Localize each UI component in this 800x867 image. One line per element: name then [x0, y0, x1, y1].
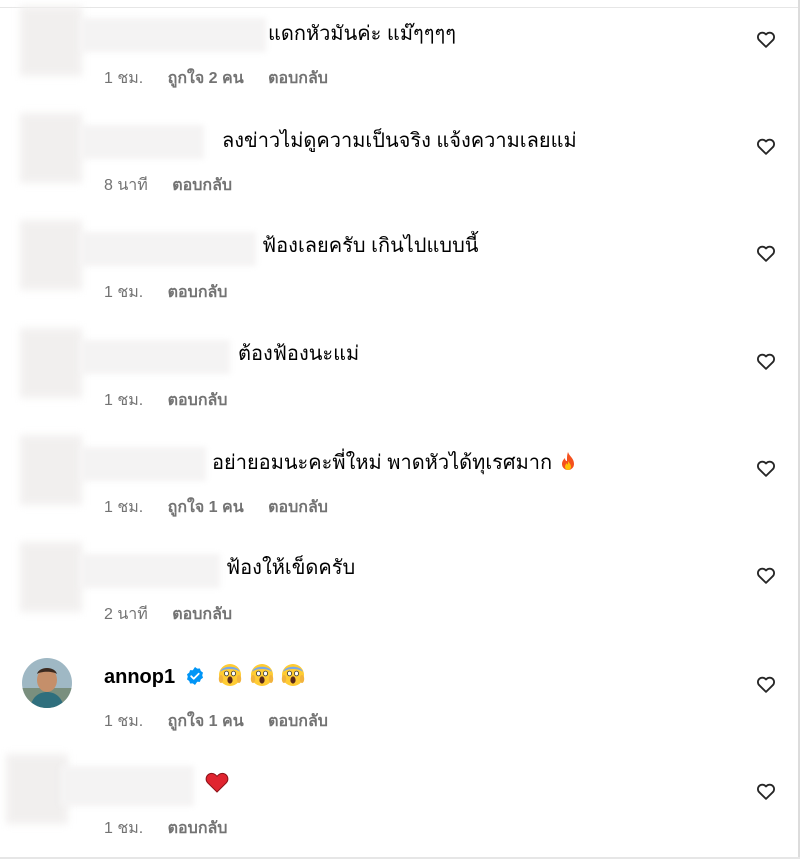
comment-text: อย่ายอมนะคะพี่ใหม่ พาดหัวได้ทุเรศมาก [212, 449, 580, 477]
redacted-username [80, 554, 220, 588]
username[interactable]: annop1 [104, 666, 175, 688]
heart-outline-icon[interactable] [755, 350, 777, 372]
comment-item: annop1 1 ชม. ถูกใจ 1 คน ตอบกลับ [0, 655, 800, 762]
redacted-avatar [20, 6, 82, 76]
reply-button[interactable]: ตอบกลับ [172, 177, 232, 194]
comment-item: แดกหัวมันค่ะ แม๊ๆๆๆๆ 1 ชม. ถูกใจ 2 คน ตอ… [0, 6, 800, 119]
verified-badge-icon [186, 667, 203, 685]
redacted-avatar [20, 220, 82, 290]
comment-text: แดกหัวมันค่ะ แม๊ๆๆๆๆ [268, 23, 456, 45]
comment-item: ต้องฟ้องนะแม่ 1 ชม. ตอบกลับ [0, 328, 800, 441]
heart-outline-icon[interactable] [755, 673, 777, 695]
comment-text: ต้องฟ้องนะแม่ [238, 343, 360, 365]
reply-button[interactable]: ตอบกลับ [168, 392, 228, 409]
comment-text-body: อย่ายอมนะคะพี่ใหม่ พาดหัวได้ทุเรศมาก [212, 452, 553, 474]
reply-button[interactable]: ตอบกลับ [268, 499, 328, 516]
comment-item: อย่ายอมนะคะพี่ใหม่ พาดหัวได้ทุเรศมาก 1 ช… [0, 435, 800, 548]
comment-likes[interactable]: ถูกใจ 1 คน [168, 499, 244, 516]
redacted-avatar [6, 754, 68, 824]
heart-outline-icon[interactable] [755, 28, 777, 50]
comment-text: annop1 [104, 663, 307, 691]
redacted-username [80, 232, 256, 266]
comment-likes[interactable]: ถูกใจ 1 คน [168, 713, 244, 730]
reply-button[interactable]: ตอบกลับ [268, 70, 328, 87]
comment-meta: 1 ชม. ถูกใจ 1 คน ตอบกลับ [104, 709, 348, 734]
comment-item: ลงข่าวไม่ดูความเป็นจริง แจ้งความเลยแม่ 8… [0, 113, 800, 226]
comment-item: 1 ชม. ตอบกลับ [0, 754, 800, 867]
reply-button[interactable]: ตอบกลับ [268, 713, 328, 730]
screaming-face-emoji-icon [250, 664, 274, 686]
heart-outline-icon[interactable] [755, 135, 777, 157]
comment-time[interactable]: 1 ชม. [104, 713, 143, 730]
redacted-username [60, 766, 194, 806]
redacted-avatar [20, 435, 82, 505]
comment-text [204, 770, 232, 798]
heart-outline-icon[interactable] [755, 780, 777, 802]
fire-emoji-icon [561, 452, 574, 470]
reply-button[interactable]: ตอบกลับ [172, 606, 232, 623]
heart-outline-icon[interactable] [755, 457, 777, 479]
screaming-face-emoji-icon [282, 664, 305, 686]
comment-text: ฟ้องให้เข็ดครับ [226, 557, 356, 579]
comment-time[interactable]: 1 ชม. [104, 499, 143, 516]
user-avatar-image [22, 658, 72, 708]
redacted-avatar [20, 328, 82, 398]
comment-text: ลงข่าวไม่ดูความเป็นจริง แจ้งความเลยแม่ [222, 130, 577, 152]
redacted-username [80, 340, 230, 374]
comment-time[interactable]: 1 ชม. [104, 820, 143, 837]
reply-button[interactable]: ตอบกลับ [168, 820, 228, 837]
redacted-username [80, 447, 206, 481]
top-border [0, 0, 800, 8]
comment-meta: 1 ชม. ตอบกลับ [104, 388, 247, 413]
redacted-username [80, 18, 266, 52]
comment-meta: 1 ชม. ถูกใจ 2 คน ตอบกลับ [104, 66, 348, 91]
comment-likes[interactable]: ถูกใจ 2 คน [168, 70, 244, 87]
red-heart-emoji-icon [205, 772, 229, 793]
avatar[interactable] [22, 658, 72, 708]
comment-meta: 8 นาที ตอบกลับ [104, 173, 252, 198]
comment-item: ฟ้องให้เข็ดครับ 2 นาที ตอบกลับ [0, 542, 800, 655]
comment-meta: 1 ชม. ตอบกลับ [104, 280, 247, 305]
redacted-avatar [20, 542, 82, 612]
comment-time[interactable]: 8 นาที [104, 177, 148, 194]
comment-text: ฟ้องเลยครับ เกินไปแบบนี้ [262, 235, 479, 257]
redacted-avatar [20, 113, 82, 183]
comment-item: ฟ้องเลยครับ เกินไปแบบนี้ 1 ชม. ตอบกลับ [0, 220, 800, 333]
comment-meta: 2 นาที ตอบกลับ [104, 602, 252, 627]
heart-outline-icon[interactable] [755, 564, 777, 586]
comment-time[interactable]: 1 ชม. [104, 392, 143, 409]
heart-outline-icon[interactable] [755, 242, 777, 264]
comment-time[interactable]: 1 ชม. [104, 284, 143, 301]
reply-button[interactable]: ตอบกลับ [168, 284, 228, 301]
comment-meta: 1 ชม. ถูกใจ 1 คน ตอบกลับ [104, 495, 348, 520]
redacted-username [80, 125, 204, 159]
comment-time[interactable]: 2 นาที [104, 606, 148, 623]
comment-time[interactable]: 1 ชม. [104, 70, 143, 87]
screaming-face-emoji-icon [219, 664, 242, 686]
comment-meta: 1 ชม. ตอบกลับ [104, 816, 247, 841]
